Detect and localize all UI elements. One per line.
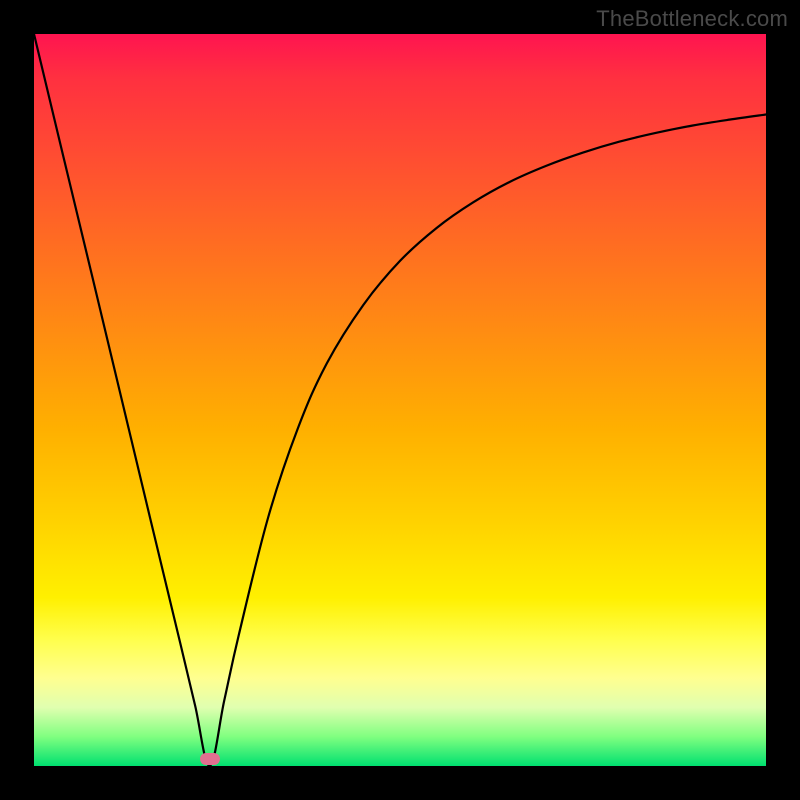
bottleneck-curve <box>34 34 766 766</box>
optimal-marker-icon <box>200 753 220 765</box>
plot-area <box>34 34 766 766</box>
chart-frame: TheBottleneck.com <box>0 0 800 800</box>
watermark-label: TheBottleneck.com <box>596 6 788 32</box>
